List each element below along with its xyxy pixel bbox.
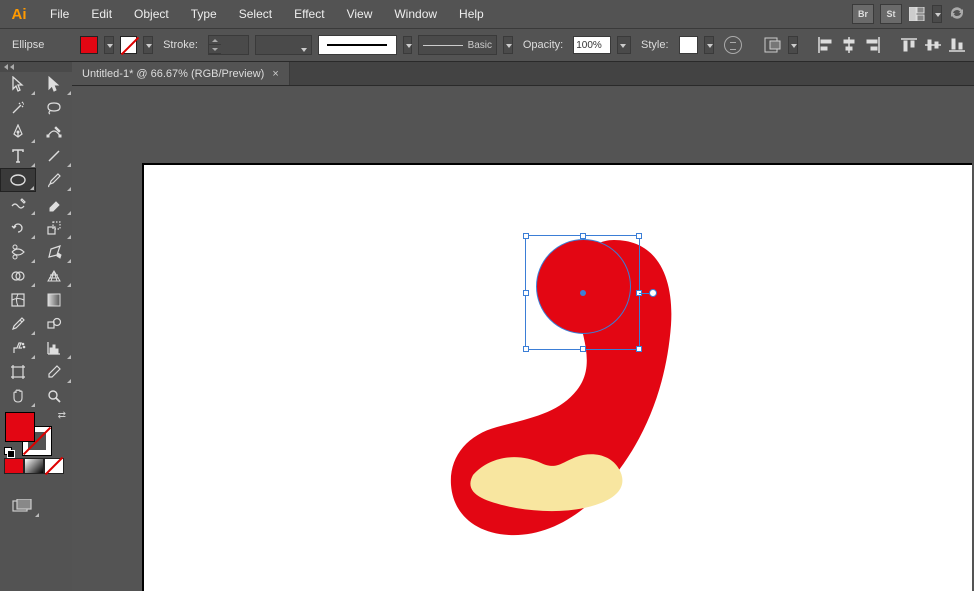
- type-tool[interactable]: [0, 144, 36, 168]
- menu-window[interactable]: Window: [384, 2, 447, 26]
- color-mode-row: [0, 458, 72, 474]
- menu-edit[interactable]: Edit: [81, 2, 122, 26]
- shape-builder-tool[interactable]: [0, 264, 36, 288]
- slice-tool[interactable]: [36, 360, 72, 384]
- opacity-dropdown[interactable]: [617, 36, 631, 54]
- fill-color-swatch[interactable]: [80, 36, 98, 54]
- opacity-label: Opacity:: [519, 39, 567, 51]
- stroke-label: Stroke:: [159, 39, 202, 51]
- menu-file[interactable]: File: [40, 2, 79, 26]
- align-top-icon[interactable]: [900, 36, 918, 54]
- curvature-tool[interactable]: [36, 120, 72, 144]
- align-right-icon[interactable]: [864, 36, 882, 54]
- brush-dropdown[interactable]: [503, 36, 513, 54]
- bridge-icon[interactable]: Br: [852, 4, 874, 24]
- align-to-dropdown[interactable]: [788, 36, 798, 54]
- selection-tool[interactable]: [0, 72, 36, 96]
- swap-fill-stroke-icon[interactable]: ⇄: [58, 410, 66, 421]
- stroke-dropdown[interactable]: [143, 36, 153, 54]
- align-bottom-icon[interactable]: [948, 36, 966, 54]
- magic-wand-tool[interactable]: [0, 96, 36, 120]
- canvas-viewport[interactable]: [72, 87, 974, 591]
- document-tab[interactable]: Untitled-1* @ 66.67% (RGB/Preview) ×: [72, 62, 290, 85]
- menu-type[interactable]: Type: [181, 2, 227, 26]
- color-mode-gradient[interactable]: [24, 458, 44, 474]
- align-to-icon[interactable]: [764, 37, 782, 53]
- graphic-style-swatch[interactable]: [679, 36, 699, 54]
- selection-type-label: Ellipse: [8, 39, 48, 51]
- lasso-tool[interactable]: [36, 96, 72, 120]
- arrange-dropdown[interactable]: [932, 5, 942, 23]
- blend-tool[interactable]: [36, 312, 72, 336]
- artboard[interactable]: [142, 163, 972, 591]
- align-left-icon[interactable]: [816, 36, 834, 54]
- control-bar: Ellipse Stroke: Basic Opacity: Style:: [0, 28, 974, 62]
- eraser-tool[interactable]: [36, 192, 72, 216]
- menu-help[interactable]: Help: [449, 2, 494, 26]
- style-label: Style:: [637, 39, 673, 51]
- pen-tool[interactable]: [0, 120, 36, 144]
- stroke-profile-uniform[interactable]: [318, 35, 396, 55]
- perspective-grid-tool[interactable]: [36, 264, 72, 288]
- screen-mode-tool[interactable]: [4, 494, 40, 518]
- recolor-artwork-icon[interactable]: [724, 36, 742, 54]
- arrange-documents-icon[interactable]: [908, 5, 926, 23]
- stroke-profile-dropdown[interactable]: [403, 36, 413, 54]
- hand-tool[interactable]: [0, 384, 36, 408]
- color-mode-none[interactable]: [44, 458, 64, 474]
- document-tab-bar: Untitled-1* @ 66.67% (RGB/Preview) ×: [72, 62, 974, 86]
- line-segment-tool[interactable]: [36, 144, 72, 168]
- close-tab-icon[interactable]: ×: [272, 68, 278, 80]
- paintbrush-tool[interactable]: [36, 168, 72, 192]
- menu-select[interactable]: Select: [229, 2, 282, 26]
- sync-settings-icon[interactable]: [948, 4, 966, 25]
- zoom-tool[interactable]: [36, 384, 72, 408]
- color-mode-solid[interactable]: [4, 458, 24, 474]
- brush-definition[interactable]: Basic: [418, 35, 497, 55]
- variable-width-dropdown[interactable]: [255, 35, 312, 55]
- opacity-input[interactable]: [573, 36, 611, 54]
- collapse-dock-icon[interactable]: [0, 62, 72, 72]
- direct-selection-tool[interactable]: [36, 72, 72, 96]
- shaper-tool[interactable]: [0, 192, 36, 216]
- document-tab-title: Untitled-1* @ 66.67% (RGB/Preview): [82, 68, 264, 80]
- default-fill-stroke-icon[interactable]: [4, 447, 14, 457]
- stroke-weight-input[interactable]: [208, 35, 249, 55]
- stroke-color-swatch[interactable]: [120, 36, 138, 54]
- artwork-red-circle[interactable]: [536, 239, 631, 334]
- menu-bar: Ai File Edit Object Type Select Effect V…: [0, 0, 974, 28]
- stock-icon[interactable]: St: [880, 4, 902, 24]
- align-vcenter-icon[interactable]: [924, 36, 942, 54]
- menu-view[interactable]: View: [337, 2, 383, 26]
- artboard-tool[interactable]: [0, 360, 36, 384]
- symbol-sprayer-tool[interactable]: [0, 336, 36, 360]
- menu-effect[interactable]: Effect: [284, 2, 334, 26]
- rotate-tool[interactable]: [0, 216, 36, 240]
- column-graph-tool[interactable]: [36, 336, 72, 360]
- style-dropdown[interactable]: [704, 36, 714, 54]
- app-logo-icon: Ai: [8, 3, 30, 25]
- width-tool[interactable]: [0, 240, 36, 264]
- fill-swatch-large[interactable]: [5, 412, 35, 442]
- align-hcenter-icon[interactable]: [840, 36, 858, 54]
- tools-panel: ⇄: [0, 62, 72, 591]
- fill-stroke-swatches[interactable]: ⇄: [0, 408, 72, 458]
- gradient-tool[interactable]: [36, 288, 72, 312]
- ellipse-tool[interactable]: [0, 168, 36, 192]
- mesh-tool[interactable]: [0, 288, 36, 312]
- fill-dropdown[interactable]: [104, 36, 114, 54]
- menu-object[interactable]: Object: [124, 2, 179, 26]
- scale-tool[interactable]: [36, 216, 72, 240]
- eyedropper-tool[interactable]: [0, 312, 36, 336]
- artwork-cream-shape[interactable]: [461, 445, 631, 515]
- free-transform-tool[interactable]: [36, 240, 72, 264]
